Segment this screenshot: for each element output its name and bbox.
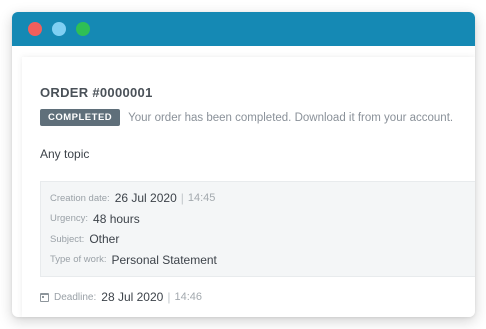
urgency-row: Urgency: 48 hours <box>50 209 467 230</box>
creation-date-row: Creation date: 26 Jul 2020 | 14:45 <box>50 188 467 209</box>
subject-row: Subject: Other <box>50 229 467 250</box>
urgency-label: Urgency: <box>50 213 89 225</box>
close-window-button[interactable] <box>28 22 42 36</box>
creation-time-value: 14:45 <box>187 192 216 205</box>
app-window: ORDER #0000001 COMPLETED Your order has … <box>12 12 475 317</box>
type-of-work-value: Personal Statement <box>111 252 217 267</box>
maximize-window-button[interactable] <box>76 22 90 36</box>
separator: | <box>167 290 171 304</box>
creation-date-label: Creation date: <box>50 192 110 204</box>
order-details-panel: Creation date: 26 Jul 2020 | 14:45 Urgen… <box>40 181 475 277</box>
subject-label: Subject: <box>50 233 85 245</box>
deadline-time-value: 14:46 <box>174 291 202 303</box>
type-of-work-row: Type of work: Personal Statement <box>50 250 467 271</box>
subject-value: Other <box>89 232 120 247</box>
order-title: ORDER #0000001 <box>40 85 153 100</box>
order-header: ORDER #0000001 COMPLETED Your order has … <box>40 85 475 161</box>
calendar-icon <box>40 292 49 302</box>
type-of-work-label: Type of work: <box>50 254 107 266</box>
deadline-date-value: 28 Jul 2020 <box>101 290 164 304</box>
window-titlebar <box>12 12 475 46</box>
deadline-label: Deadline: <box>54 291 97 303</box>
order-topic: Any topic <box>40 147 90 161</box>
separator: | <box>180 191 184 206</box>
order-card: ORDER #0000001 COMPLETED Your order has … <box>22 57 475 317</box>
status-badge: COMPLETED <box>40 109 121 126</box>
status-row: COMPLETED Your order has been completed.… <box>40 109 475 126</box>
deadline-row: Deadline: 28 Jul 2020 | 14:46 <box>40 290 202 304</box>
minimize-window-button[interactable] <box>52 22 66 36</box>
urgency-value: 48 hours <box>93 211 140 226</box>
status-message: Your order has been completed. Download … <box>128 111 454 124</box>
creation-date-value: 26 Jul 2020 <box>114 191 177 206</box>
